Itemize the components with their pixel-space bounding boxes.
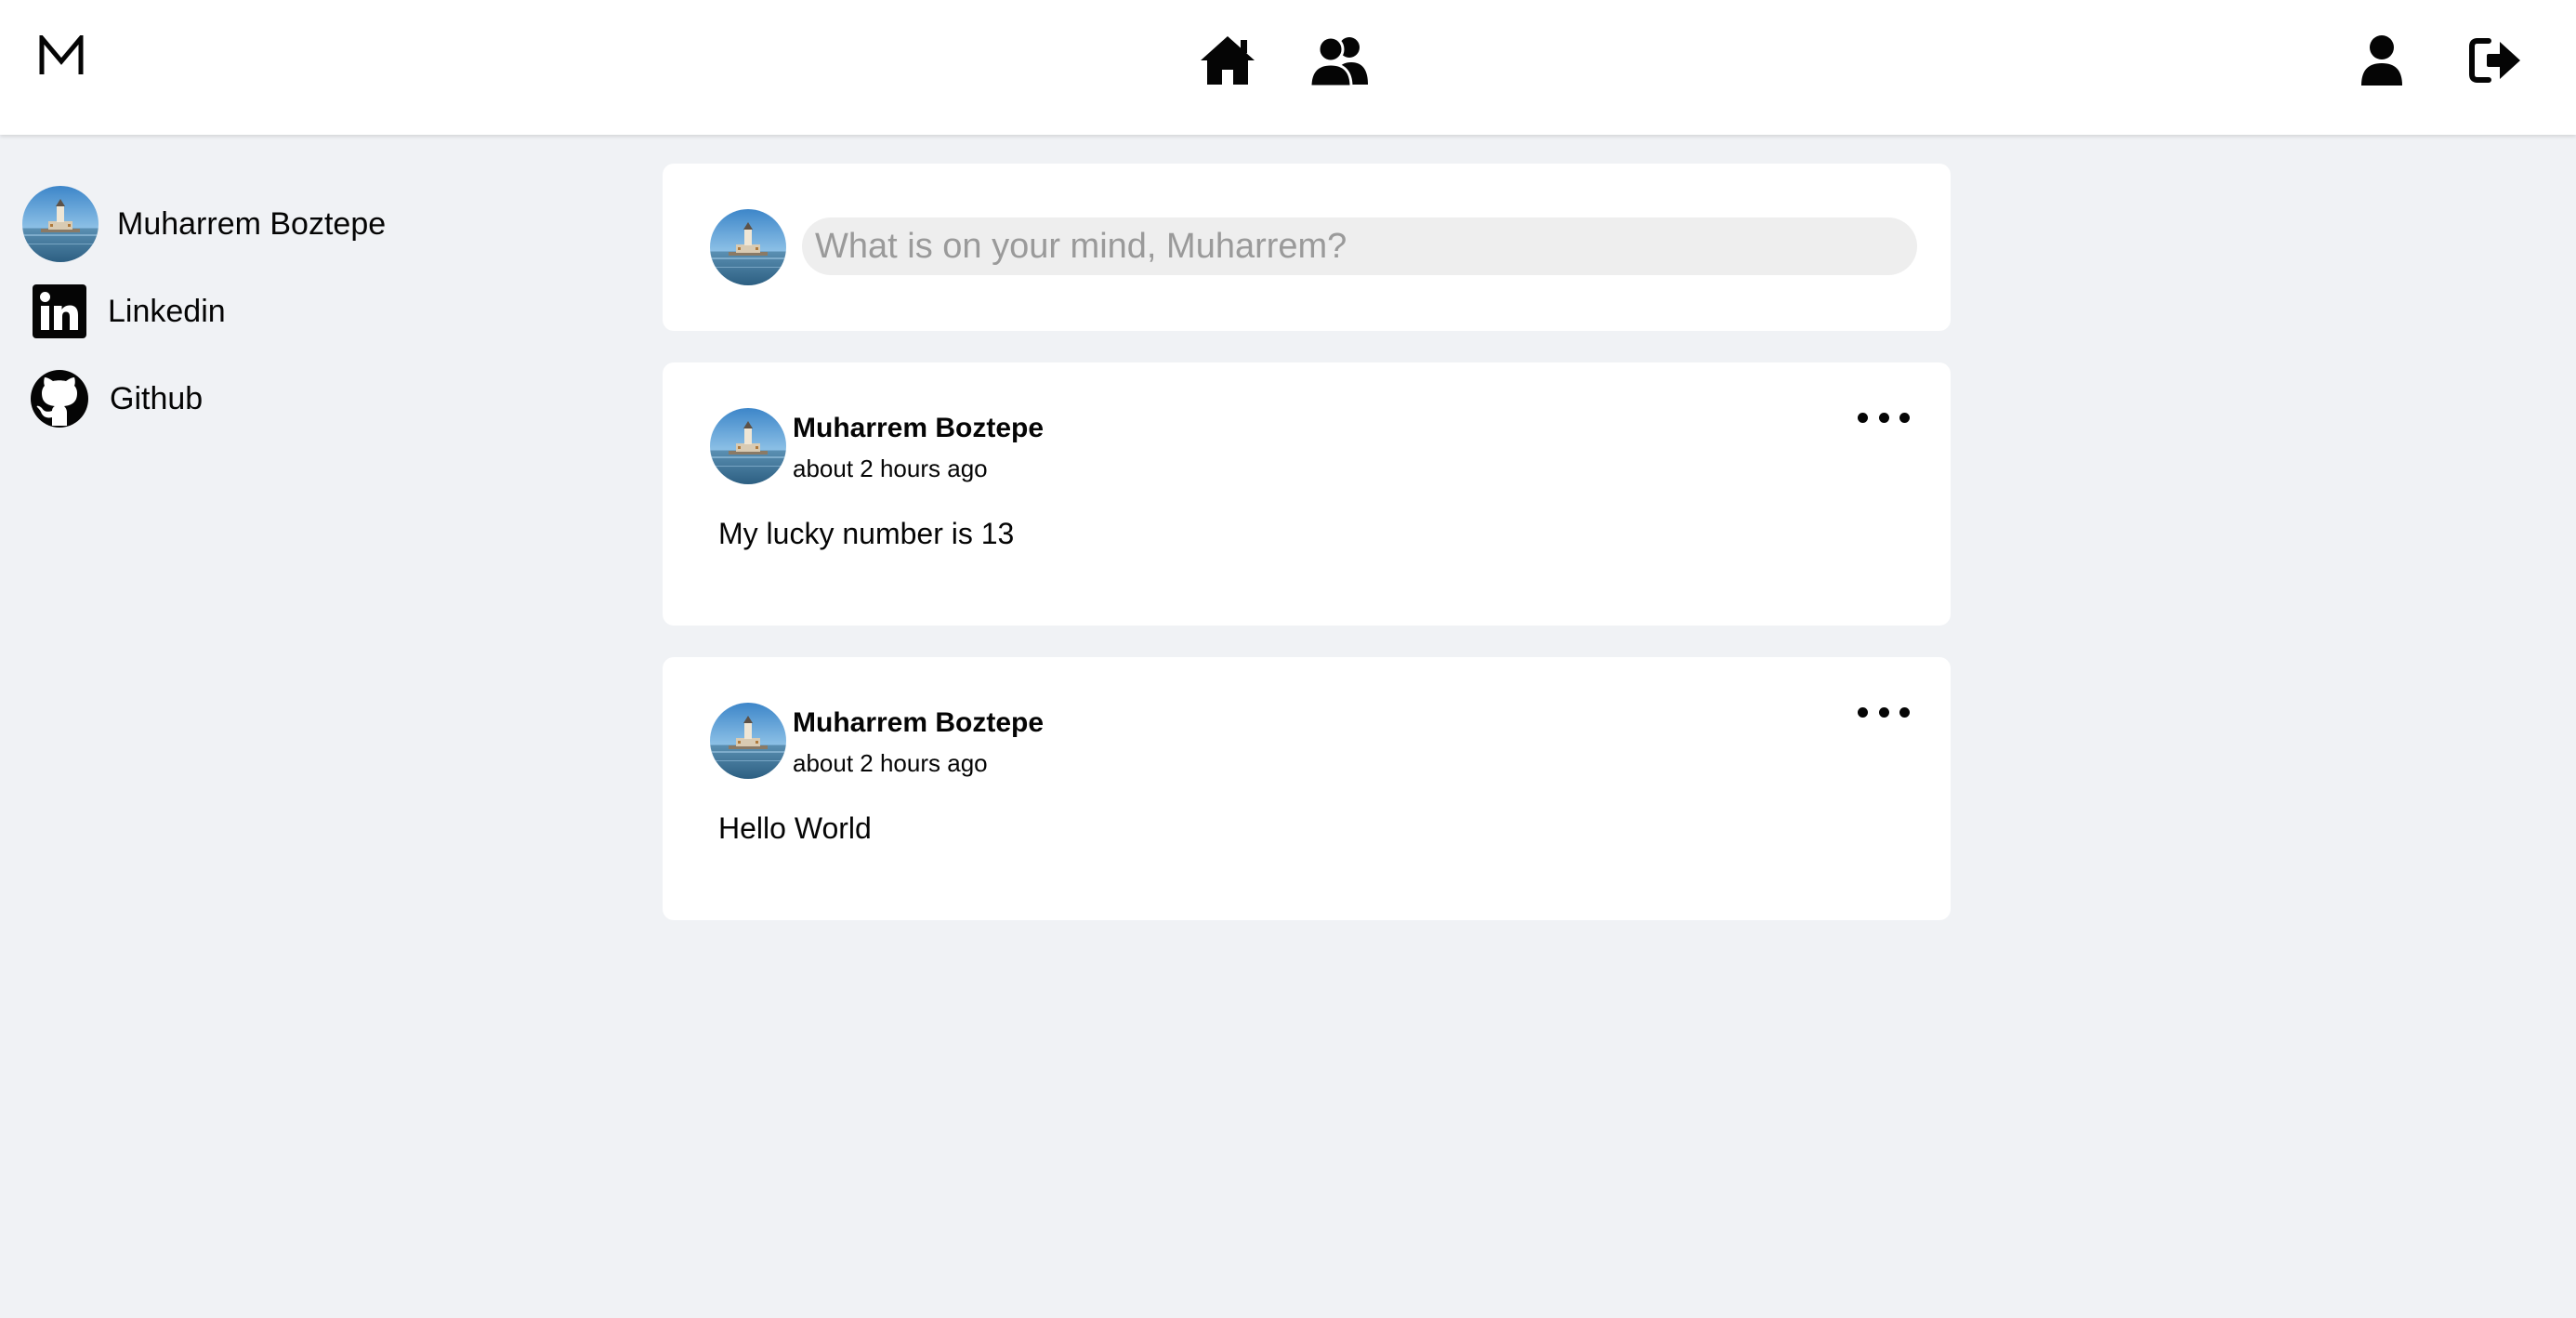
m-logo-icon	[39, 35, 84, 74]
more-options-icon[interactable]	[1858, 403, 1910, 431]
nav-profile-button[interactable]	[2349, 28, 2414, 93]
post-input[interactable]	[802, 217, 1917, 275]
sidebar-item-github[interactable]: Github	[22, 357, 543, 441]
nav-home-button[interactable]	[1195, 28, 1260, 93]
avatar[interactable]	[710, 408, 786, 484]
avatar	[710, 209, 786, 285]
left-sidebar: Muharrem Boztepe Linkedin Github	[22, 182, 543, 441]
post-card: Muharrem Boztepe about 2 hours ago My lu…	[663, 362, 1951, 626]
user-icon	[2361, 35, 2402, 86]
post-text: Hello World	[718, 811, 872, 845]
post-author[interactable]: Muharrem Boztepe	[793, 413, 1044, 444]
sidebar-item-label: Linkedin	[108, 293, 226, 329]
brand-logo[interactable]	[33, 28, 89, 84]
news-feed: Muharrem Boztepe about 2 hours ago My lu…	[663, 164, 1951, 952]
post-timestamp: about 2 hours ago	[793, 749, 988, 777]
sidebar-profile-name: Muharrem Boztepe	[117, 205, 387, 242]
sidebar-item-profile[interactable]: Muharrem Boztepe	[22, 182, 543, 266]
nav-logout-button[interactable]	[2463, 28, 2528, 93]
sidebar-item-linkedin[interactable]: Linkedin	[22, 270, 543, 353]
post-timestamp: about 2 hours ago	[793, 455, 988, 482]
post-composer	[663, 164, 1951, 331]
more-options-icon[interactable]	[1858, 698, 1910, 726]
avatar[interactable]	[710, 703, 786, 779]
post-text: My lucky number is 13	[718, 517, 1015, 550]
logout-icon	[2469, 38, 2520, 83]
sidebar-item-label: Github	[110, 380, 204, 416]
github-icon	[28, 367, 91, 430]
post-card: Muharrem Boztepe about 2 hours ago Hello…	[663, 657, 1951, 920]
top-navbar	[0, 0, 2576, 135]
users-icon	[1308, 35, 1368, 86]
nav-friends-button[interactable]	[1307, 28, 1372, 93]
post-author[interactable]: Muharrem Boztepe	[793, 707, 1044, 739]
avatar	[22, 186, 99, 262]
home-icon	[1201, 36, 1255, 85]
linkedin-icon	[28, 280, 91, 343]
